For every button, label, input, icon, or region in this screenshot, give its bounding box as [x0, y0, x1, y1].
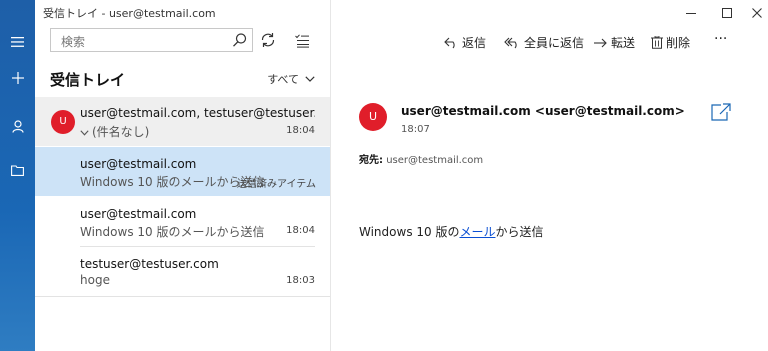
maximize-button[interactable]	[717, 6, 737, 20]
delete-button[interactable]: 削除	[651, 34, 690, 51]
message-sender: user@testmail.com	[80, 207, 197, 221]
message-sender: testuser@testuser.com	[80, 257, 219, 271]
message-item[interactable]: testuser@testuser.com hoge 18:03	[35, 247, 330, 296]
more-options-button[interactable]: ···	[714, 31, 727, 47]
message-time: 18:04	[286, 125, 315, 136]
message-body: Windows 10 版のメールから送信	[359, 223, 544, 240]
filter-label: すべて	[267, 73, 299, 86]
avatar: U	[51, 110, 75, 134]
selection-mode-icon[interactable]	[295, 33, 309, 52]
message-divider	[35, 296, 330, 297]
body-text-prefix: Windows 10 版の	[359, 225, 460, 239]
forward-icon	[594, 38, 607, 47]
mail-app-link[interactable]: メール	[459, 225, 495, 239]
filter-dropdown[interactable]: すべて	[267, 71, 315, 87]
message-item[interactable]: user@testmail.com Windows 10 版のメールから送信 1…	[35, 197, 330, 246]
sender-address: user@testmail.com <user@testmail.com>	[401, 104, 685, 118]
forward-button[interactable]: 転送	[593, 34, 635, 51]
message-time: 18:03	[286, 275, 315, 286]
message-item[interactable]: user@testmail.com Windows 10 版のメールから送信 送…	[35, 147, 330, 196]
hamburger-icon[interactable]	[0, 28, 35, 56]
reply-all-icon	[504, 37, 517, 48]
open-in-new-window-icon[interactable]	[711, 103, 731, 125]
sync-icon[interactable]	[259, 31, 277, 53]
window-title: 受信トレイ - user@testmail.com	[43, 7, 216, 20]
recipient-address: user@testmail.com	[386, 155, 484, 166]
message-sender: user@testmail.com, testuser@testuser.cc	[80, 106, 315, 120]
reply-all-button[interactable]: 全員に返信	[504, 34, 584, 51]
message-subject: (件名なし)	[92, 125, 150, 139]
body-text-suffix: から送信	[495, 225, 544, 239]
message-list-pane: 受信トレイ - user@testmail.com 検索 受信トレイ すべて U…	[35, 0, 331, 351]
person-icon[interactable]	[0, 112, 35, 140]
message-subject: hoge	[80, 273, 110, 287]
chevron-down-icon	[305, 76, 315, 82]
reading-pane: 返信 全員に返信 転送 削除 ··· U user@testmail.com <…	[331, 0, 768, 351]
nav-rail	[0, 0, 35, 351]
message-sender: user@testmail.com	[80, 157, 197, 171]
search-placeholder: 検索	[61, 35, 86, 49]
reply-icon	[444, 37, 455, 48]
close-button[interactable]	[747, 6, 767, 20]
message-timestamp: 18:07	[401, 124, 430, 135]
folder-title: 受信トレイ	[50, 71, 126, 89]
sender-avatar: U	[359, 103, 387, 131]
search-input[interactable]: 検索	[50, 28, 253, 52]
forward-label: 転送	[611, 36, 636, 50]
message-subject-row: (件名なし)	[80, 123, 149, 140]
message-subject: Windows 10 版のメールから送信	[80, 225, 265, 239]
minimize-button[interactable]	[681, 6, 701, 20]
reply-all-label: 全員に返信	[524, 36, 585, 50]
recipient-label: 宛先:	[359, 155, 383, 166]
folder-icon[interactable]	[0, 156, 35, 184]
reply-button[interactable]: 返信	[444, 34, 486, 51]
search-icon[interactable]	[232, 32, 248, 52]
trash-icon	[651, 36, 663, 49]
message-item[interactable]: U user@testmail.com, testuser@testuser.c…	[35, 97, 330, 146]
plus-icon[interactable]	[0, 64, 35, 92]
message-folder-label: 送信済みアイテム	[237, 179, 316, 190]
chevron-down-icon[interactable]	[80, 129, 89, 136]
delete-label: 削除	[666, 36, 691, 50]
message-time: 18:04	[286, 225, 315, 236]
recipient-row: 宛先: user@testmail.com	[359, 151, 483, 166]
reply-label: 返信	[462, 36, 487, 50]
